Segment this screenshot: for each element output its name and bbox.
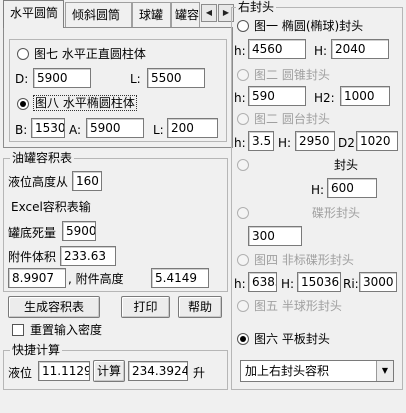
D-input[interactable]: 5900 [33, 68, 91, 88]
radio-option7[interactable] [17, 48, 29, 60]
right-head-title: 右封头 [236, 0, 277, 14]
A-input[interactable]: 5900 [86, 118, 144, 138]
head6-label: 图四 非标碟形封头 [254, 253, 354, 267]
radio-option8[interactable] [17, 98, 29, 110]
tab-tank-capacity[interactable]: 罐容 [171, 2, 200, 28]
head1-H-input[interactable]: 2040 [331, 39, 389, 59]
head2-H2-input[interactable]: 1000 [340, 86, 390, 106]
head3-h-input[interactable]: 3.5 [248, 131, 274, 151]
radio-head5[interactable] [237, 207, 249, 219]
calculate-button[interactable]: 计算 [93, 360, 125, 382]
head1-h-label: h: [234, 44, 246, 58]
tank-bottom-label: 罐底死量 [8, 226, 57, 240]
head4-H-label: H: [311, 183, 325, 197]
quick-level-label: 液位 [8, 366, 33, 380]
quick-result-unit: 升 [193, 366, 206, 380]
attachment-volume-label: 附件体积 [8, 250, 57, 264]
L-input-bottom[interactable]: 200 [167, 118, 218, 138]
head3-H-input[interactable]: 2950 [295, 131, 335, 151]
D-label: D: [15, 72, 29, 86]
B-label: B: [15, 123, 28, 137]
option8-label: 图八 水平椭圆柱体 [33, 95, 137, 111]
radio-head2[interactable] [237, 69, 249, 81]
head2-label: 图二 圆锥封头 [254, 68, 330, 82]
head5-h-input[interactable]: 300 [248, 226, 302, 246]
head6-h-input[interactable]: 6385 [248, 272, 277, 292]
tank-bottom-input[interactable]: 5900 [62, 221, 96, 241]
quick-result-field: 234.3924 [128, 361, 188, 381]
help-button[interactable]: 帮助 [178, 296, 222, 318]
head7-label: 图五 半球形封头 [254, 299, 342, 313]
head6-H-input[interactable]: 150368 [297, 272, 341, 292]
head3-D2-input[interactable]: 1020 [356, 131, 398, 151]
A-label: A: [69, 123, 82, 137]
reinput-density-checkbox[interactable] [12, 324, 24, 336]
head6-Ri-input[interactable]: 3000 [359, 272, 397, 292]
head2-H2-label: H2: [314, 91, 335, 105]
L-label-top: L: [130, 72, 141, 86]
head6-h-label: h: [234, 277, 246, 291]
chevron-down-icon[interactable]: ▼ [376, 361, 393, 381]
radio-head7[interactable] [237, 300, 249, 312]
arrow-right-icon: ▶ [222, 8, 230, 17]
select-value: 加上右封头容积 [245, 364, 330, 378]
head1-H-label: H: [314, 44, 328, 58]
volume-table-title: 油罐容积表 [10, 151, 75, 165]
head2-h-input[interactable]: 590 [248, 86, 306, 106]
head6-H-label: H: [281, 277, 295, 291]
attachment-volume-input[interactable]: 233.63 [60, 246, 116, 266]
option7-label: 图七 水平正直圆柱体 [34, 47, 146, 61]
head3-h-label: h: [234, 136, 246, 150]
quick-calc-title: 快捷计算 [10, 343, 63, 357]
print-button[interactable]: 打印 [121, 296, 170, 318]
tab-inclined-cylinder[interactable]: 倾斜圆筒 [65, 2, 132, 28]
tab-scroll-left-button[interactable]: ◀ [201, 4, 217, 22]
head5-label: 碟形封头 [312, 206, 361, 220]
B-input[interactable]: 1530 [31, 118, 65, 138]
head1-label: 图一 椭圆(椭球)封头 [254, 19, 364, 33]
radio-head1[interactable] [237, 20, 249, 32]
head4-label: 封头 [334, 158, 359, 172]
head3-H-label: H: [278, 136, 292, 150]
option8-label-text: 图八 水平椭圆柱体 [33, 95, 137, 111]
head4-H-input[interactable]: 600 [327, 178, 377, 198]
attachment-field-1[interactable]: 8.9907 [8, 268, 66, 288]
excel-table-label: Excel容积表输 [11, 200, 91, 214]
attachment-height-input[interactable]: 5.4149 [151, 268, 209, 288]
radio-head6[interactable] [237, 254, 249, 266]
reinput-density-label: 重置输入密度 [30, 323, 103, 337]
level-from-input[interactable]: 160 [72, 171, 102, 191]
generate-table-button[interactable]: 生成容积表 [8, 296, 100, 318]
arrow-left-icon: ◀ [205, 8, 213, 17]
head1-h-input[interactable]: 4560 [248, 39, 306, 59]
head6-Ri-label: Ri: [343, 277, 359, 291]
radio-head3[interactable] [237, 113, 249, 125]
head2-h-label: h: [234, 91, 246, 105]
head3-label: 图二 圆台封头 [254, 112, 330, 126]
quick-level-input[interactable]: 11.1129 [38, 361, 90, 381]
L-label-bottom: L: [153, 123, 164, 137]
tab-spherical-tank[interactable]: 球罐 [132, 2, 171, 28]
level-from-label: 液位高度从 [8, 175, 69, 189]
head8-label: 图六 平板封头 [254, 332, 330, 346]
radio-head8[interactable] [237, 333, 249, 345]
attachment-height-label: , 附件高度 [68, 272, 124, 286]
tab-horizontal-cylinder[interactable]: 水平圆筒 [3, 0, 64, 28]
L-input-top[interactable]: 5500 [147, 68, 205, 88]
radio-head4[interactable] [237, 159, 249, 171]
right-head-volume-select[interactable]: 加上右封头容积 ▼ [240, 360, 394, 382]
